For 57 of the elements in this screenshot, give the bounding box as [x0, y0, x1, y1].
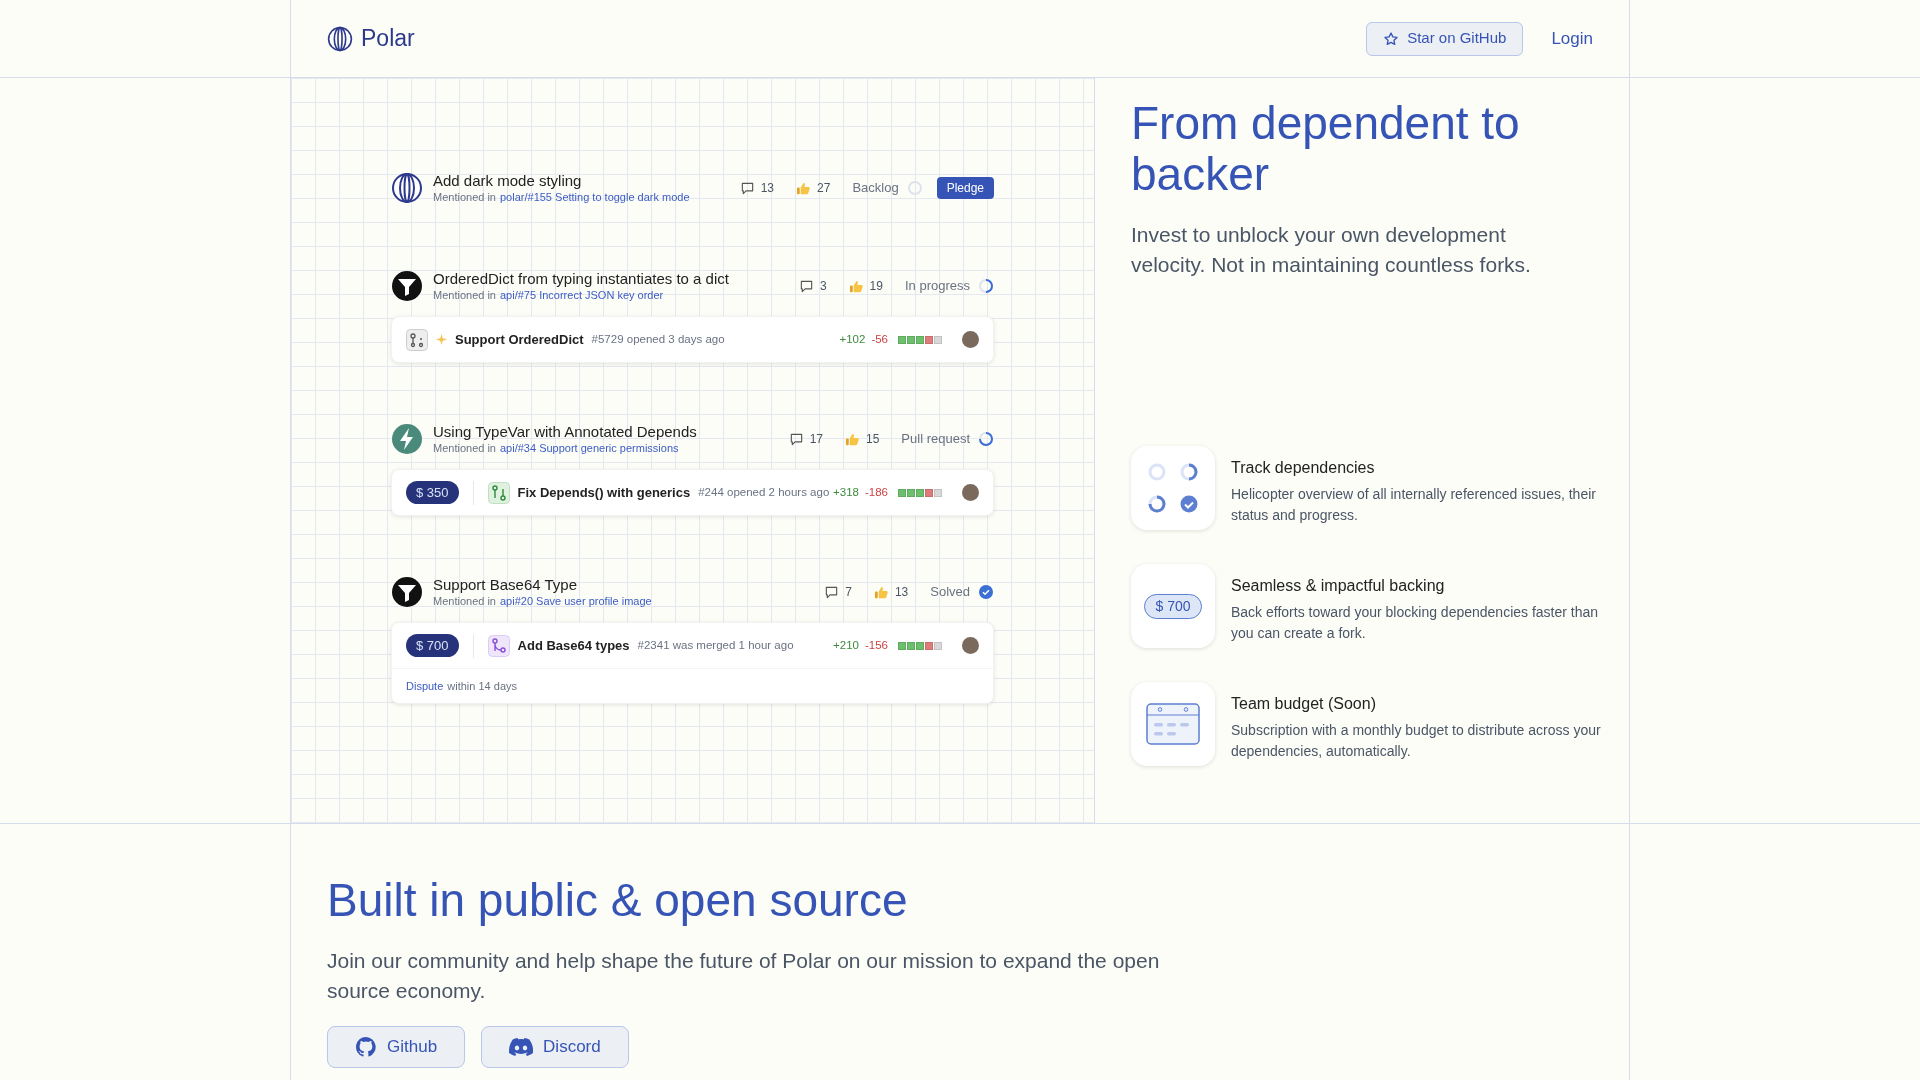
deletions-count: -156 — [864, 637, 888, 653]
dispute-link[interactable]: Dispute — [406, 677, 444, 695]
comment-count: 3 — [819, 278, 827, 295]
comment-count: 17 — [809, 431, 823, 448]
comment-count: 7 — [845, 584, 852, 601]
star-github-button[interactable]: Star on GitHub — [1366, 21, 1524, 56]
mention-link[interactable]: polar/#155 Setting to toggle dark mode — [500, 190, 690, 205]
pledge-amount-badge: $ 700 — [406, 634, 459, 657]
issue-title[interactable]: OrderedDict from typing instantiates to a dict — [433, 269, 729, 288]
feature-title: Track dependencies — [1231, 458, 1376, 478]
amount-badge: $ 700 — [1144, 593, 1202, 619]
reaction-count: 27 — [817, 180, 831, 197]
pledge-button[interactable]: Pledge — [936, 177, 994, 199]
issue-title[interactable]: Support Base64 Type — [433, 575, 652, 594]
additions-count: +102 — [839, 331, 866, 347]
issue-title[interactable]: Using TypeVar with Annotated Depends — [433, 422, 697, 441]
section-text: Join our community and help shape the future of Polar on our mission to expand the open source economy. — [327, 948, 1161, 1004]
section-heading: Built in public & open source — [327, 874, 909, 926]
feature-description: Helicopter overview of all internally referenced issues, their status and progress. — [1231, 485, 1597, 525]
dispute-window-text: within 14 days — [447, 678, 517, 694]
github-button[interactable]: Github — [327, 1026, 466, 1068]
deletions-count: -186 — [864, 484, 888, 500]
mention-label: Mentioned in — [433, 441, 496, 456]
mention-link[interactable]: api/#75 Incorrect JSON key order — [500, 288, 664, 303]
pull-request-meta: #2341 was merged 1 hour ago — [637, 637, 794, 653]
status-label: Backlog — [852, 179, 899, 198]
feature-title: Seamless & impactful backing — [1231, 576, 1446, 596]
pull-request-title[interactable]: Support OrderedDict — [455, 329, 584, 350]
status-label: Pull request — [901, 430, 970, 449]
discord-button[interactable]: Discord — [481, 1026, 629, 1068]
mention-label: Mentioned in — [433, 190, 496, 205]
hero-heading: From dependent to backer — [1131, 98, 1521, 200]
additions-count: +210 — [833, 637, 859, 653]
pledge-amount-badge: $ 350 — [406, 481, 459, 504]
reaction-count: 19 — [869, 278, 883, 295]
logo-text: Polar — [361, 24, 415, 54]
additions-count: +318 — [833, 484, 859, 500]
pull-request-meta: #244 opened 2 hours ago — [698, 484, 830, 500]
status-label: In progress — [904, 277, 970, 296]
pull-request-title[interactable]: Add Base64 types — [517, 635, 630, 656]
reaction-count: 13 — [894, 584, 909, 601]
deletions-count: -56 — [871, 331, 888, 347]
pull-request-title[interactable]: Fix Depends() with generics — [517, 482, 691, 503]
mention-label: Mentioned in — [433, 288, 496, 303]
login-link[interactable]: Login — [1551, 25, 1593, 52]
pull-request-meta: #5729 opened 3 days ago — [591, 331, 725, 347]
status-label: Solved — [930, 583, 970, 602]
issue-title[interactable]: Add dark mode styling — [433, 171, 690, 190]
feature-description: Back efforts toward your blocking dependencies faster than you can create a fork. — [1231, 603, 1600, 643]
reaction-count: 15 — [866, 431, 880, 448]
mention-link[interactable]: api/#34 Support generic permissions — [500, 441, 679, 456]
comment-count: 13 — [760, 180, 774, 197]
feature-description: Subscription with a monthly budget to distribute across your dependencies, automatically. — [1231, 721, 1601, 761]
hero-subtitle: Invest to unblock your own development velocity. Not in maintaining countless forks. — [1131, 222, 1532, 278]
mention-link[interactable]: api#20 Save user profile image — [500, 594, 652, 609]
feature-title: Team budget (Soon) — [1231, 694, 1377, 714]
mention-label: Mentioned in — [433, 594, 496, 609]
